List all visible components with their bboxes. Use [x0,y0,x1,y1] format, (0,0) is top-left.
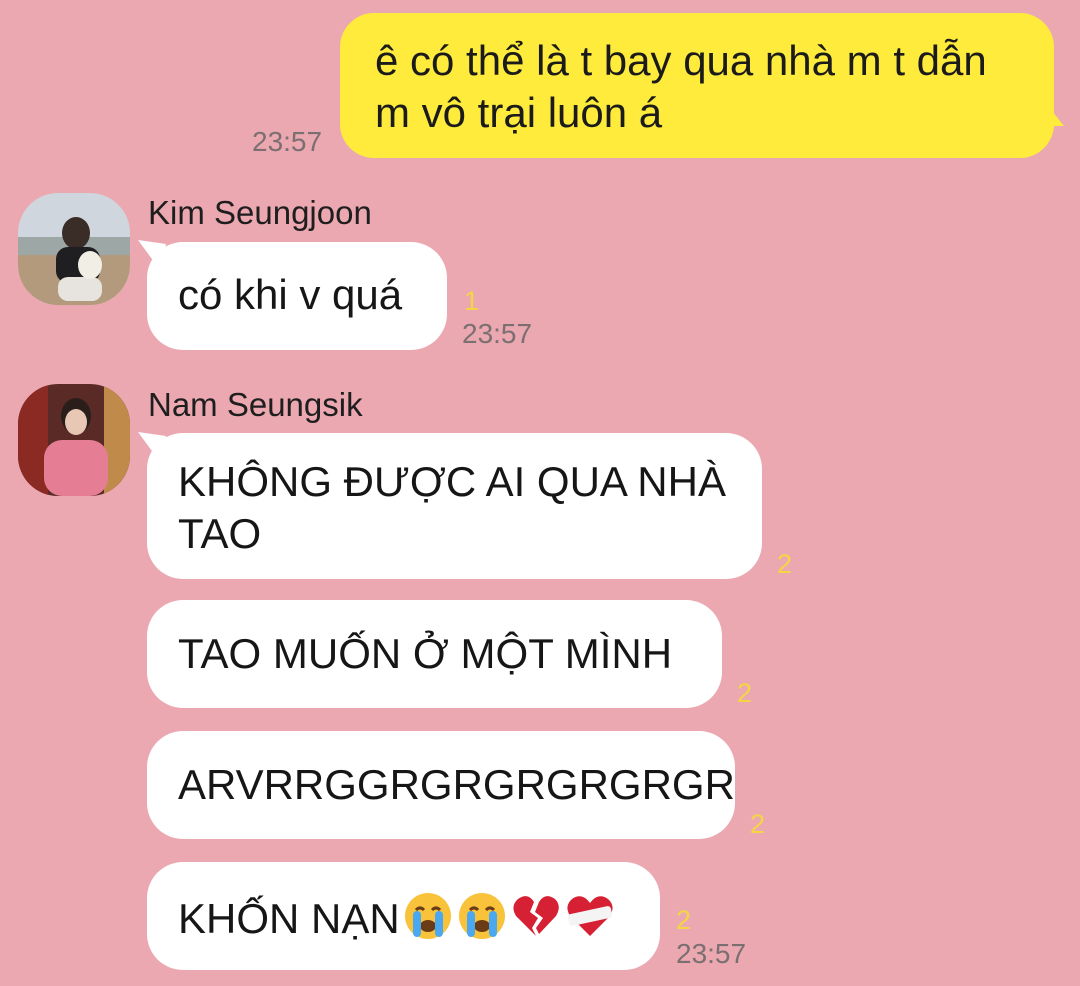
avatar-kim-seungjoon[interactable] [18,193,130,305]
message-timestamp: 23:57 [676,938,747,969]
message-text: TAO MUỐN Ở MỘT MÌNH [178,630,673,677]
outgoing-message-text: ê có thể là t bay qua nhà m t dẫn m vô t… [375,37,987,136]
message-text: KHÔNG ĐƯỢC AI QUA NHÀ TAO [178,458,726,557]
avatar-photo-kim [18,193,130,305]
sender-name-kim-seungjoon: Kim Seungjoon [148,194,372,231]
unread-count: 2 [750,809,766,839]
message-bubble[interactable]: TAO MUỐN Ở MỘT MÌNH [147,600,722,708]
outgoing-message-bubble[interactable]: ê có thể là t bay qua nhà m t dẫn m vô t… [340,13,1054,158]
unread-count: 2 [676,905,692,935]
sender-name-nam-seungsik: Nam Seungsik [148,386,363,423]
crying-face-emoji [456,890,508,954]
mending-heart-emoji [564,890,616,954]
avatar-nam-seungsik[interactable] [18,384,130,496]
message-text: có khi v quá [178,271,403,318]
avatar-photo-nam [18,384,130,496]
outgoing-timestamp: 23:57 [252,126,323,157]
crying-face-emoji [402,890,454,954]
outgoing-bubble-tail [1040,96,1064,126]
message-text: ARVRRGGRGRGRGRGRGR [178,761,735,808]
message-bubble[interactable]: có khi v quá [147,242,447,350]
unread-count: 2 [737,678,753,708]
message-bubble[interactable]: KHÔNG ĐƯỢC AI QUA NHÀ TAO [147,433,762,579]
message-text: KHỐN NẠN [178,895,400,943]
message-bubble[interactable]: ARVRRGGRGRGRGRGRGR [147,731,735,839]
message-bubble[interactable]: KHỐN NẠN [147,862,660,970]
unread-count: 1 [464,286,480,316]
broken-heart-emoji [510,890,562,954]
unread-count: 2 [777,549,793,579]
message-timestamp: 23:57 [462,318,533,349]
